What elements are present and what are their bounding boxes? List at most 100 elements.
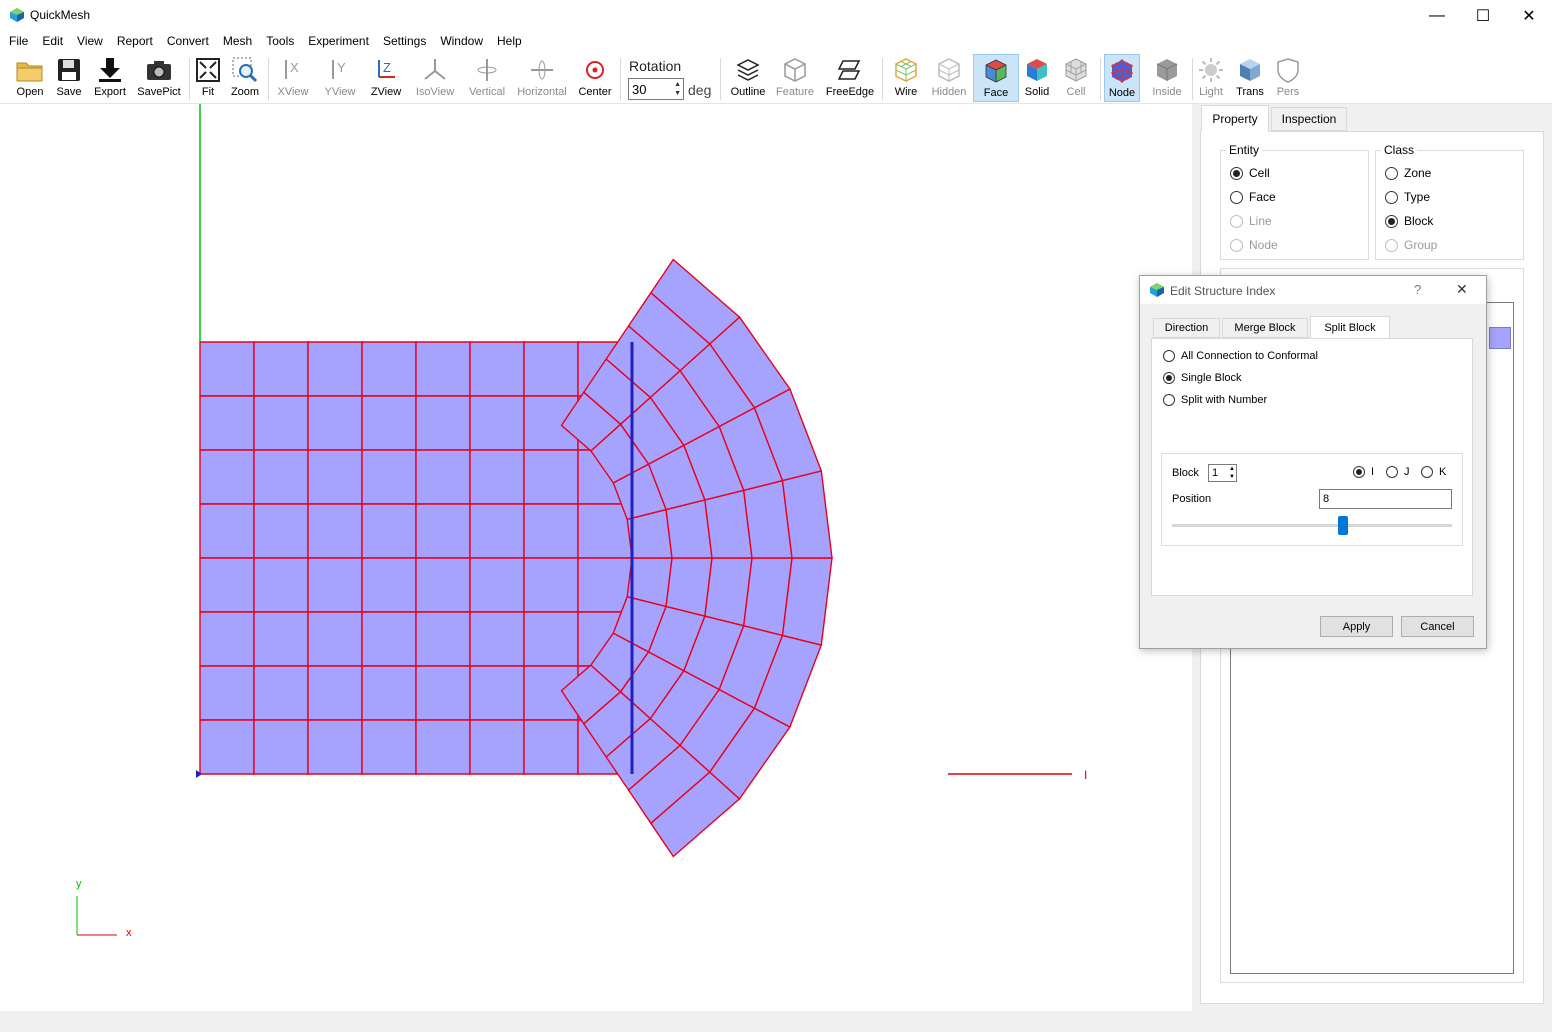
cell-button[interactable]: Cell [1060,54,1092,102]
cancel-button[interactable]: Cancel [1401,616,1474,637]
mesh-cell [307,611,363,667]
dialog-close-button[interactable]: ✕ [1456,281,1468,298]
face-button[interactable]: Face [973,54,1019,102]
menu-report[interactable]: Report [110,31,160,52]
radio-icon[interactable] [1385,166,1398,180]
radio-icon[interactable] [1385,190,1398,204]
mesh-cell [415,611,471,667]
horizontal-button[interactable]: Horizontal [514,54,570,102]
menu-mesh[interactable]: Mesh [216,31,259,52]
block-color-swatch[interactable] [1489,327,1511,349]
position-label: Position [1172,493,1212,505]
mesh-cell [199,341,255,397]
light-button[interactable]: Light [1196,54,1226,102]
wire-button[interactable]: Wire [888,54,924,102]
mesh-cell [415,665,471,721]
radio-icon[interactable] [1230,166,1243,180]
pers-button[interactable]: Pers [1274,54,1302,102]
entity-option-cell[interactable]: Cell [1230,166,1270,180]
menu-convert[interactable]: Convert [160,31,216,52]
fit-button[interactable]: Fit [194,54,222,102]
mesh-cell [199,395,255,451]
position-input[interactable]: 8 [1319,489,1452,509]
radio-icon[interactable] [1230,190,1243,204]
position-slider-track[interactable] [1172,524,1452,527]
node-button[interactable]: Node [1104,54,1140,102]
mesh-cells [199,258,833,858]
save-button[interactable]: Save [52,54,86,102]
xview-button[interactable]: X XView [274,54,312,102]
dialog-tab-direction[interactable]: Direction [1153,318,1220,338]
menu-help[interactable]: Help [490,31,529,52]
menu-settings[interactable]: Settings [376,31,433,52]
class-option-block[interactable]: Block [1385,214,1433,228]
radio-icon[interactable] [1386,466,1398,478]
menu-window[interactable]: Window [433,31,490,52]
solid-button[interactable]: Solid [1020,54,1054,102]
help-button[interactable]: ? [1414,282,1421,297]
inside-button[interactable]: Inside [1148,54,1186,102]
triad-y-label: y [76,878,82,890]
zview-button[interactable]: Z ZView [366,54,406,102]
export-button[interactable]: Export [90,54,130,102]
maximize-button[interactable]: ☐ [1460,0,1506,31]
spin-up-arrow-icon[interactable]: ▲ [1229,465,1235,473]
menu-edit[interactable]: Edit [35,31,70,52]
center-button[interactable]: Center [576,54,614,102]
radio-icon[interactable] [1163,394,1175,406]
entity-group-title: Entity [1226,143,1263,157]
close-button[interactable]: ✕ [1506,0,1552,31]
mode-single-block[interactable]: Single Block [1163,372,1242,384]
tab-property[interactable]: Property [1201,105,1269,132]
vertical-button[interactable]: Vertical [464,54,510,102]
mode-split-with-number[interactable]: Split with Number [1163,394,1267,406]
block-spinbox[interactable]: 1 ▲ ▼ [1208,464,1237,482]
axis-option-i[interactable]: I [1353,466,1374,478]
menu-tools[interactable]: Tools [259,31,301,52]
mesh-cell [253,719,309,775]
axis-option-k[interactable]: K [1421,466,1446,478]
radio-icon[interactable] [1163,350,1175,362]
3d-viewport[interactable]: I y x [0,104,1192,1011]
tab-inspection[interactable]: Inspection [1271,107,1347,131]
dialog-tab-merge-block[interactable]: Merge Block [1222,318,1308,338]
position-value: 8 [1323,493,1330,505]
entity-option-face[interactable]: Face [1230,190,1276,204]
spin-down-arrow-icon[interactable]: ▼ [674,89,681,98]
radio-icon[interactable] [1385,214,1398,228]
axis-option-j[interactable]: J [1386,466,1410,478]
spin-up-arrow-icon[interactable]: ▲ [674,80,681,89]
freeedge-button[interactable]: FreeEdge [824,54,876,102]
open-button[interactable]: Open [12,54,48,102]
menu-view[interactable]: View [70,31,110,52]
mesh-cell [523,719,579,775]
hidden-button[interactable]: Hidden [928,54,970,102]
savepict-button[interactable]: SavePict [136,54,182,102]
dialog-title-bar[interactable]: Edit Structure Index ? ✕ [1140,276,1486,304]
dialog-tab-split-block[interactable]: Split Block [1310,316,1390,339]
apply-button[interactable]: Apply [1320,616,1393,637]
mesh-canvas[interactable]: I y x [0,104,1192,1011]
feature-button[interactable]: Feature [774,54,816,102]
spin-down-arrow-icon[interactable]: ▼ [1229,473,1235,481]
svg-text:X: X [290,60,299,75]
menu-experiment[interactable]: Experiment [301,31,376,52]
radio-icon[interactable] [1353,466,1365,478]
radio-icon[interactable] [1421,466,1433,478]
class-option-type[interactable]: Type [1385,190,1430,204]
rotation-spinbox[interactable]: 30 ▲ ▼ [628,78,684,100]
app-logo-icon [1150,283,1164,297]
mode-all-connection[interactable]: All Connection to Conformal [1163,350,1318,362]
class-option-zone[interactable]: Zone [1385,166,1431,180]
yview-button[interactable]: Y YView [320,54,360,102]
isoview-button[interactable]: IsoView [412,54,458,102]
menu-file[interactable]: File [2,31,35,52]
radio-icon[interactable] [1163,372,1175,384]
trans-button[interactable]: Trans [1232,54,1268,102]
outline-button[interactable]: Outline [728,54,768,102]
zoom-button[interactable]: Zoom [228,54,262,102]
minimize-button[interactable]: — [1414,0,1460,31]
mesh-cell [469,341,525,397]
toolbar-separator [720,58,721,100]
position-slider-thumb[interactable] [1337,516,1348,535]
